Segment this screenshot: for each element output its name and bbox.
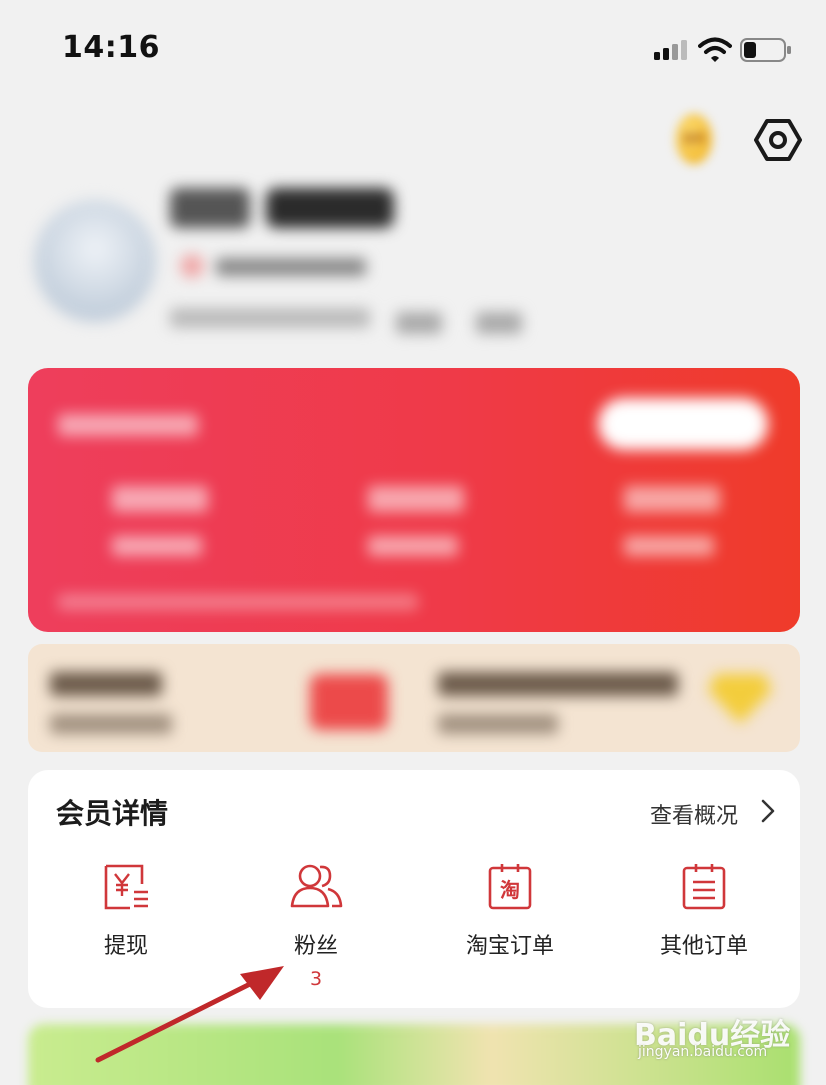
earnings-action-pill-blurred [598,398,768,450]
baidu-jingyan-watermark: Baidu经验 jingyan.baidu.com [634,992,814,1072]
profile-section [30,180,590,340]
other-order-icon [682,864,726,910]
annotation-arrow-icon [95,966,284,1063]
status-time: 14:16 [62,30,160,65]
benefit-strip[interactable] [28,644,800,752]
fans-people-icon [290,864,343,908]
taobao-order-icon: 淘 [488,864,532,910]
profile-meta-blurred [170,308,370,328]
member-level-badge-blurred [266,188,394,228]
other-orders-button[interactable]: 其他订单 [624,862,784,1002]
battery-icon [740,38,791,62]
settings-icon[interactable] [754,118,802,162]
withdraw-yen-icon [104,864,148,910]
checkin-coin-icon[interactable]: 签到 [676,114,712,164]
other-orders-label: 其他订单 [659,934,748,959]
profile-subline-blurred [180,252,370,280]
earnings-card[interactable] [28,368,800,632]
view-overview-link[interactable]: 查看概况 [650,798,738,830]
member-details-title: 会员详情 [56,797,169,830]
nickname-blurred [170,188,250,228]
checkin-coin-label: 签到 [683,132,705,145]
watermark-url: jingyan.baidu.com [638,1044,768,1060]
taobao-orders-button[interactable]: 淘 淘宝订单 [430,862,590,1002]
profile-link-blurred[interactable] [476,312,522,334]
avatar[interactable] [34,200,156,322]
withdraw-label: 提现 [103,934,148,959]
wifi-icon [698,37,732,62]
profile-link-blurred[interactable] [396,312,442,334]
taobao-orders-label: 淘宝订单 [465,934,554,959]
chevron-right-icon[interactable] [760,798,776,824]
cellular-signal-icon [654,40,687,60]
svg-text:淘: 淘 [500,878,520,902]
fans-label: 粉丝 [293,934,338,959]
status-bar: 14:16 [0,0,826,100]
